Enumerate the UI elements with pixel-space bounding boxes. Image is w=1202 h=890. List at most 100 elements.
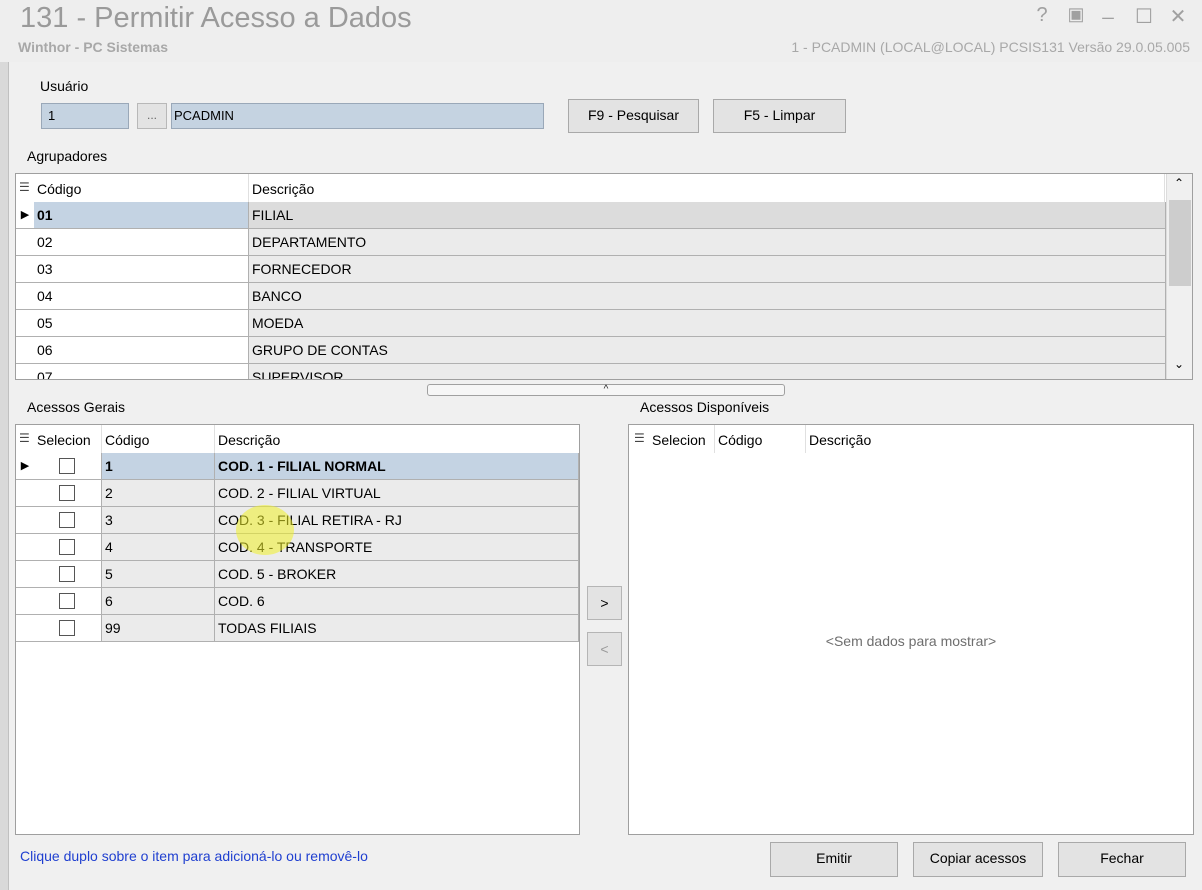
column-header-descricao[interactable]: Descrição [249, 174, 1165, 202]
column-header-codigo[interactable]: Código [715, 425, 806, 453]
acesso-codigo[interactable]: 99 [102, 615, 215, 641]
usuario-lookup-button[interactable]: ... [137, 103, 167, 129]
acesso-select-cell[interactable] [34, 588, 102, 614]
agrupador-codigo[interactable]: 01 [34, 202, 249, 228]
emit-button[interactable]: Emitir [770, 842, 898, 877]
row-indicator-icon [16, 507, 34, 533]
acesso-row[interactable]: 2 COD. 2 - FILIAL VIRTUAL [16, 480, 579, 507]
agrupador-codigo[interactable]: 03 [34, 256, 249, 282]
agrupador-descricao[interactable]: GRUPO DE CONTAS [249, 337, 1166, 363]
grid-header: ☰ Selecion Código Descrição [629, 425, 1193, 453]
column-header-selecion[interactable]: Selecion [34, 425, 102, 453]
acesso-descricao[interactable]: COD. 6 [215, 588, 579, 614]
column-chooser-icon[interactable]: ☰ [19, 180, 30, 194]
agrupador-row[interactable]: 02 DEPARTAMENTO [16, 229, 1166, 256]
acesso-descricao[interactable]: COD. 1 - FILIAL NORMAL [215, 453, 579, 479]
acesso-row[interactable]: 5 COD. 5 - BROKER [16, 561, 579, 588]
acesso-checkbox[interactable] [59, 512, 75, 528]
agrupador-descricao[interactable]: FILIAL [249, 202, 1166, 228]
column-chooser-icon[interactable]: ☰ [19, 431, 30, 445]
acesso-codigo[interactable]: 3 [102, 507, 215, 533]
usuario-code-field[interactable]: 1 [41, 103, 129, 129]
close-form-button[interactable]: Fechar [1058, 842, 1186, 877]
remove-access-button[interactable]: < [587, 632, 622, 666]
acesso-select-cell[interactable] [34, 534, 102, 560]
agrupador-codigo[interactable]: 07 [34, 364, 249, 379]
acesso-checkbox[interactable] [59, 620, 75, 636]
acesso-select-cell[interactable] [34, 507, 102, 533]
search-button[interactable]: F9 - Pesquisar [568, 99, 699, 133]
agrupador-row[interactable]: 04 BANCO [16, 283, 1166, 310]
agrupador-descricao[interactable]: SUPERVISOR [249, 364, 1166, 379]
acesso-select-cell[interactable] [34, 561, 102, 587]
session-info: 1 - PCADMIN (LOCAL@LOCAL) PCSIS131 Versã… [791, 39, 1190, 55]
column-header-codigo[interactable]: Código [102, 425, 215, 453]
acesso-codigo[interactable]: 2 [102, 480, 215, 506]
column-header-descricao[interactable]: Descrição [806, 425, 1192, 453]
maximize-button[interactable]: ☐ [1132, 4, 1156, 29]
agrupadores-grid: ☰ Código Descrição ▶ 01 FILIAL 02 DEPART… [15, 173, 1193, 380]
scroll-up-icon[interactable]: ⌃ [1174, 176, 1184, 190]
acesso-row[interactable]: 3 COD. 3 - FILIAL RETIRA - RJ [16, 507, 579, 534]
close-button[interactable]: ✕ [1166, 4, 1190, 29]
usuario-name-field[interactable]: PCADMIN [171, 103, 544, 129]
acesso-checkbox[interactable] [59, 539, 75, 555]
agrupador-descricao[interactable]: DEPARTAMENTO [249, 229, 1166, 255]
agrupadores-scrollbar[interactable]: ⌃ ⌄ [1166, 174, 1192, 379]
splitter-handle[interactable]: ^ [427, 384, 785, 396]
copy-access-button[interactable]: Copiar acessos [913, 842, 1043, 877]
agrupador-descricao[interactable]: BANCO [249, 283, 1166, 309]
agrupador-row[interactable]: 05 MOEDA [16, 310, 1166, 337]
acessos-disponiveis-grid: ☰ Selecion Código Descrição <Sem dados p… [628, 424, 1194, 835]
acesso-checkbox[interactable] [59, 593, 75, 609]
acesso-codigo[interactable]: 1 [102, 453, 215, 479]
acesso-descricao[interactable]: COD. 2 - FILIAL VIRTUAL [215, 480, 579, 506]
agrupador-row[interactable]: 06 GRUPO DE CONTAS [16, 337, 1166, 364]
agrupador-codigo[interactable]: 06 [34, 337, 249, 363]
acesso-checkbox[interactable] [59, 485, 75, 501]
agrupador-row[interactable]: 03 FORNECEDOR [16, 256, 1166, 283]
acesso-codigo[interactable]: 6 [102, 588, 215, 614]
column-header-selecion[interactable]: Selecion [649, 425, 715, 453]
empty-message: <Sem dados para mostrar> [825, 633, 997, 649]
scroll-thumb[interactable] [1169, 200, 1191, 286]
column-header-codigo[interactable]: Código [34, 174, 249, 202]
row-indicator-icon [16, 310, 34, 336]
clear-button[interactable]: F5 - Limpar [713, 99, 846, 133]
agrupadores-label: Agrupadores [27, 148, 108, 164]
acesso-row[interactable]: 4 COD. 4 - TRANSPORTE [16, 534, 579, 561]
acesso-select-cell[interactable] [34, 615, 102, 641]
acesso-codigo[interactable]: 4 [102, 534, 215, 560]
window-title: 131 - Permitir Acesso a Dados [20, 2, 412, 34]
acesso-descricao[interactable]: TODAS FILIAIS [215, 615, 579, 641]
scroll-down-icon[interactable]: ⌄ [1174, 357, 1184, 371]
acesso-select-cell[interactable] [34, 453, 102, 479]
acesso-checkbox[interactable] [59, 566, 75, 582]
acesso-row[interactable]: 99 TODAS FILIAIS [16, 615, 579, 642]
acesso-row[interactable]: ▶ 1 COD. 1 - FILIAL NORMAL [16, 453, 579, 480]
restore-icon[interactable]: ▣ [1064, 4, 1088, 25]
agrupador-row[interactable]: 07 SUPERVISOR [16, 364, 1166, 379]
add-access-button[interactable]: > [587, 586, 622, 620]
help-button[interactable]: ? [1030, 4, 1054, 27]
agrupador-codigo[interactable]: 04 [34, 283, 249, 309]
agrupador-row[interactable]: ▶ 01 FILIAL [16, 202, 1166, 229]
minimize-button[interactable]: _ [1096, 0, 1120, 21]
column-chooser-icon[interactable]: ☰ [634, 431, 645, 445]
row-indicator-icon [16, 283, 34, 309]
acesso-select-cell[interactable] [34, 480, 102, 506]
agrupador-codigo[interactable]: 02 [34, 229, 249, 255]
agrupador-codigo[interactable]: 05 [34, 310, 249, 336]
acesso-row[interactable]: 6 COD. 6 [16, 588, 579, 615]
row-indicator-icon [16, 256, 34, 282]
acesso-codigo[interactable]: 5 [102, 561, 215, 587]
row-indicator-icon [16, 561, 34, 587]
cursor-highlight [236, 505, 294, 555]
acesso-descricao[interactable]: COD. 5 - BROKER [215, 561, 579, 587]
window-edge [0, 62, 9, 890]
row-indicator-icon [16, 588, 34, 614]
acesso-checkbox[interactable] [59, 458, 75, 474]
column-header-descricao[interactable]: Descrição [215, 425, 578, 453]
agrupador-descricao[interactable]: MOEDA [249, 310, 1166, 336]
agrupador-descricao[interactable]: FORNECEDOR [249, 256, 1166, 282]
